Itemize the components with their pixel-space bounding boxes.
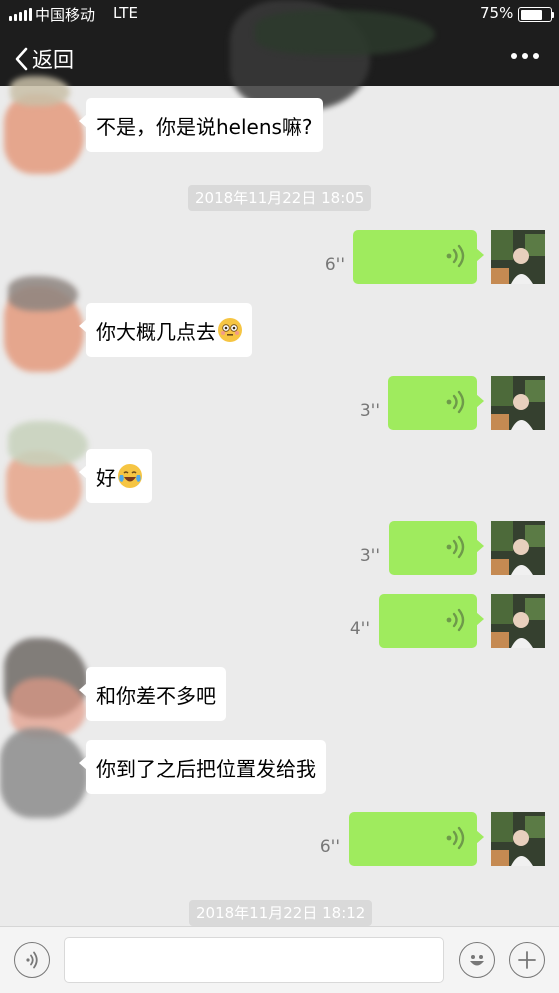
user-avatar[interactable] xyxy=(491,376,545,430)
message-input-bar xyxy=(0,926,559,993)
message-bubble-text[interactable]: 和你差不多吧 xyxy=(79,667,226,721)
message-bubble-text[interactable]: 不是，你是说helens嘛? xyxy=(79,98,323,152)
voice-wave-icon xyxy=(446,826,465,850)
message-bubble-text[interactable]: 好 xyxy=(79,449,152,503)
message-text: 你大概几点去 xyxy=(96,319,216,344)
voice-message-bubble[interactable] xyxy=(353,230,484,284)
voice-duration: 3'' xyxy=(359,546,380,566)
chevron-left-icon xyxy=(15,47,28,71)
redacted-title-scribble-2 xyxy=(255,10,435,55)
voice-mode-icon[interactable] xyxy=(14,942,50,978)
more-dots-icon[interactable] xyxy=(511,53,539,59)
voice-message-bubble[interactable] xyxy=(379,594,484,648)
message-bubble-text[interactable]: 你到了之后把位置发给我 xyxy=(79,740,326,794)
emoji-icon[interactable] xyxy=(459,942,495,978)
voice-duration: 3'' xyxy=(359,401,380,421)
voice-message-bubble[interactable] xyxy=(389,521,484,575)
voice-message-bubble[interactable] xyxy=(388,376,484,430)
battery-percent: 75% xyxy=(480,4,514,22)
user-avatar[interactable] xyxy=(491,594,545,648)
timestamp-badge: 2018年11月22日 18:12 xyxy=(189,900,373,926)
voice-duration: 6'' xyxy=(324,255,345,275)
voice-wave-icon xyxy=(446,244,465,268)
plus-icon[interactable] xyxy=(509,942,545,978)
message-text-input[interactable] xyxy=(64,937,444,983)
signal-strength-icon xyxy=(9,7,32,21)
voice-wave-icon xyxy=(446,390,465,414)
voice-message-bubble[interactable] xyxy=(349,812,484,866)
message-bubble-text[interactable]: 你大概几点去 xyxy=(79,303,252,357)
battery-icon xyxy=(518,7,554,22)
voice-duration: 4'' xyxy=(349,619,370,639)
contact-avatar-redacted[interactable] xyxy=(0,76,84,186)
navigation-bar: 中国移动 LTE 75% 返回 xyxy=(0,0,559,110)
voice-wave-icon xyxy=(446,535,465,559)
voice-wave-icon xyxy=(446,608,465,632)
user-avatar[interactable] xyxy=(491,521,545,575)
message-text: 不是，你是说helens嘛? xyxy=(96,114,313,139)
battery-fill xyxy=(520,9,543,20)
back-button[interactable]: 返回 xyxy=(14,44,74,74)
contact-avatar-redacted[interactable] xyxy=(0,421,88,521)
contact-avatar-redacted[interactable] xyxy=(0,638,88,828)
network-type: LTE xyxy=(113,4,138,22)
message-text: 和你差不多吧 xyxy=(96,683,216,708)
user-avatar[interactable] xyxy=(491,230,545,284)
message-text: 好 xyxy=(96,465,116,490)
back-button-label: 返回 xyxy=(32,48,74,72)
contact-avatar-redacted[interactable] xyxy=(0,276,84,376)
timestamp-badge: 2018年11月22日 18:05 xyxy=(188,185,372,211)
user-avatar[interactable] xyxy=(491,812,545,866)
carrier-name: 中国移动 xyxy=(35,6,96,24)
message-text: 你到了之后把位置发给我 xyxy=(96,756,316,781)
chat-area[interactable]: 不是，你是说helens嘛? 2018年11月22日 18:05 6'' 你大概… xyxy=(0,76,559,926)
voice-duration: 6'' xyxy=(319,837,340,857)
laughing-tears-emoji xyxy=(118,464,142,488)
flushed-face-emoji xyxy=(218,318,242,342)
